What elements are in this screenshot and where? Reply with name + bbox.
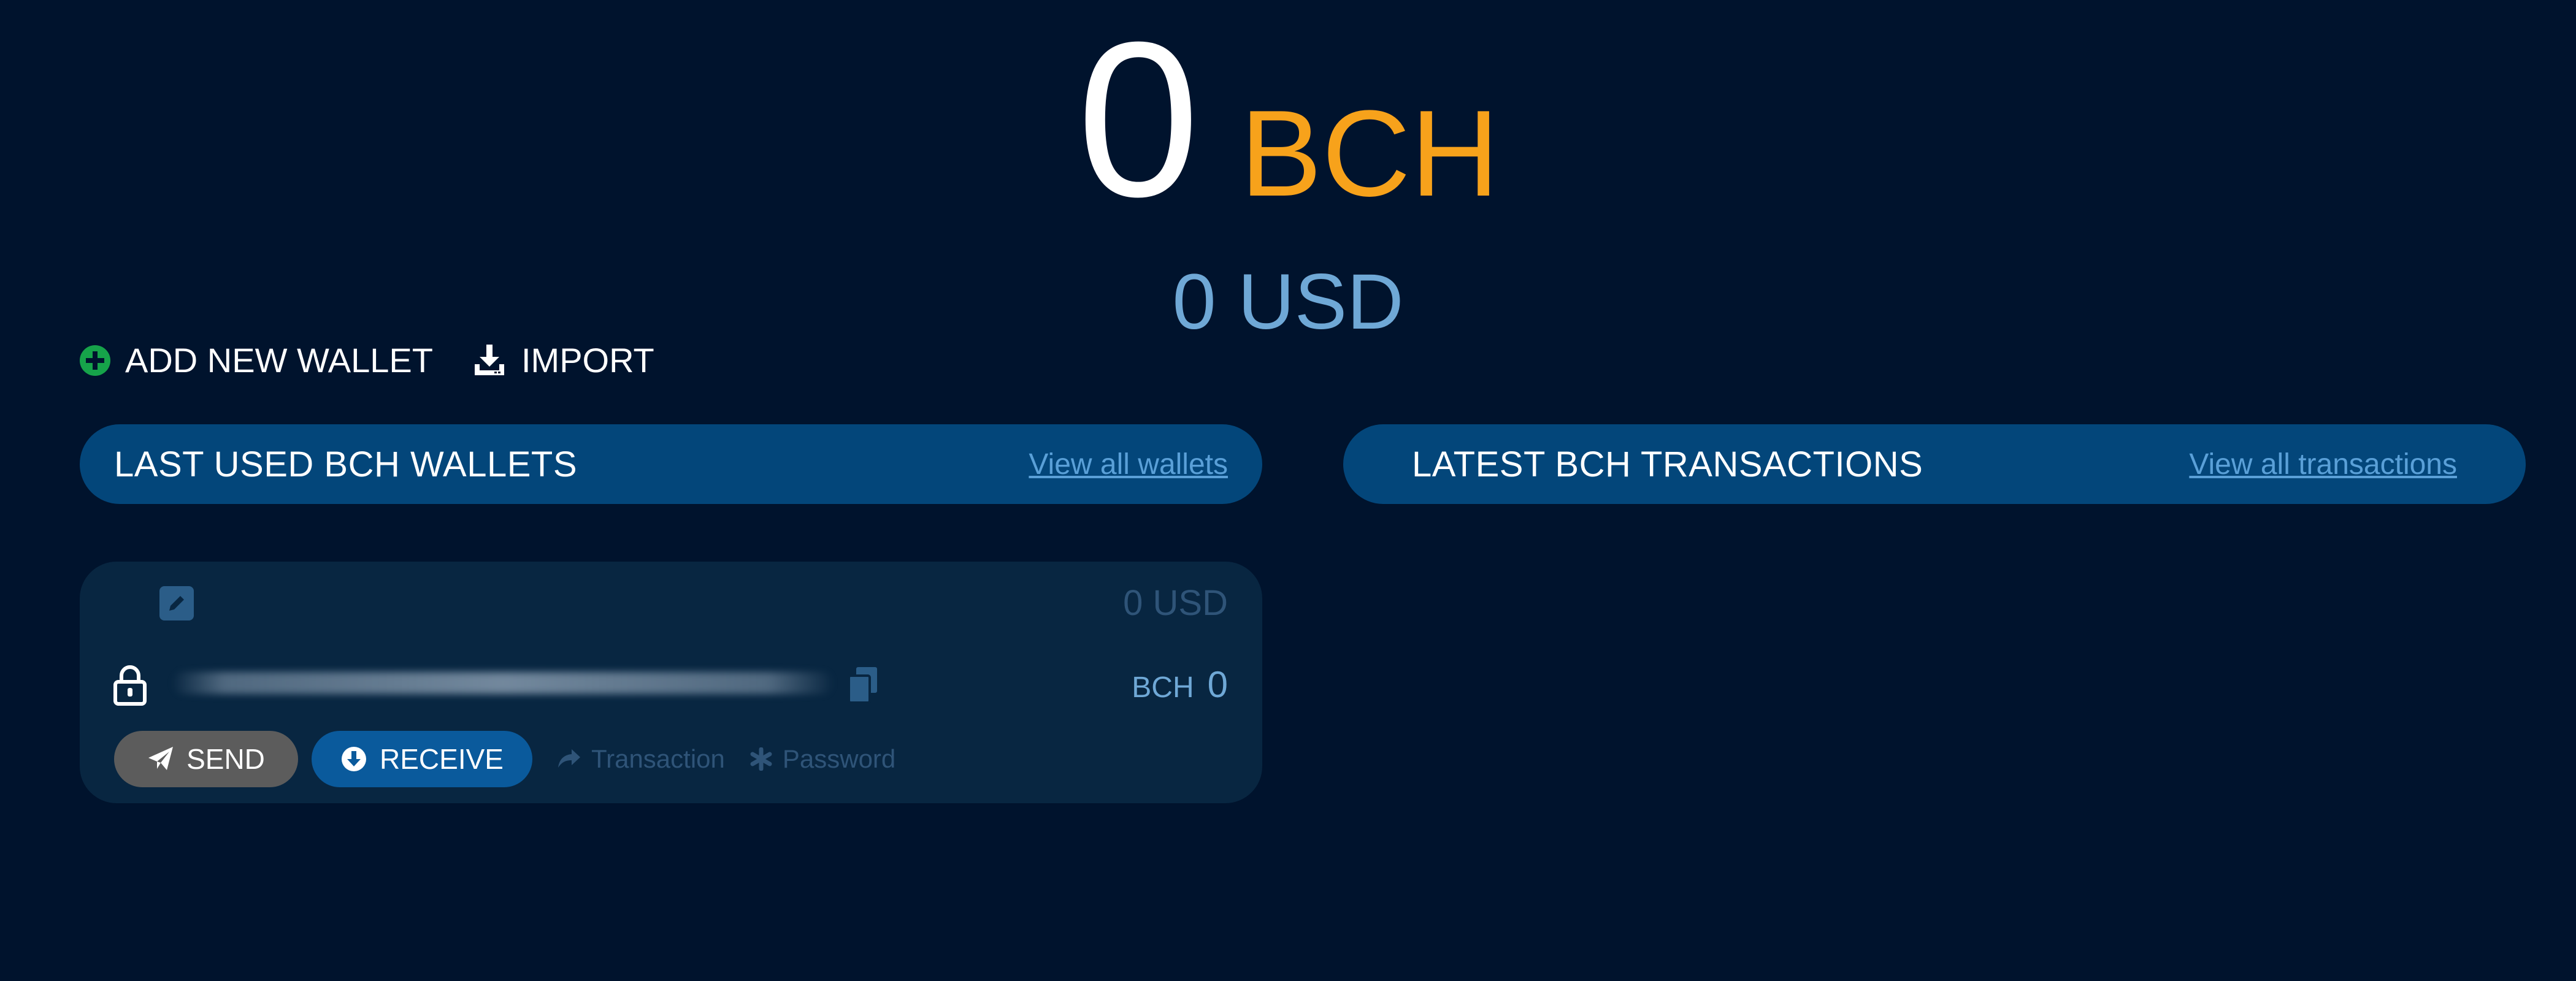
- import-label: IMPORT: [521, 341, 654, 380]
- view-all-transactions-link[interactable]: View all transactions: [2189, 448, 2457, 481]
- add-new-wallet-label: ADD NEW WALLET: [125, 341, 433, 380]
- download-icon: [474, 344, 504, 375]
- wallet-fiat-balance: 0 USD: [1123, 583, 1228, 623]
- receive-button[interactable]: RECEIVE: [312, 731, 532, 787]
- wallet-card-actions: SEND RECEIVE Transaction Password: [114, 731, 895, 787]
- add-new-wallet-button[interactable]: ADD NEW WALLET: [80, 340, 433, 380]
- arrow-down-circle-icon: [342, 747, 367, 771]
- wallet-actions: ADD NEW WALLET IMPORT: [80, 340, 654, 380]
- wallet-card: 0 USD BCH 0 SEND RECEIVE Transaction Pas…: [80, 562, 1262, 803]
- asterisk-icon: [750, 747, 772, 771]
- transaction-label: Transaction: [591, 744, 725, 773]
- wallets-section-header: LAST USED BCH WALLETS View all wallets: [80, 424, 1262, 504]
- transactions-section-header: LATEST BCH TRANSACTIONS View all transac…: [1343, 424, 2526, 504]
- password-label: Password: [782, 744, 896, 773]
- copy-icon[interactable]: [845, 665, 882, 705]
- view-all-wallets-link[interactable]: View all wallets: [1029, 448, 1228, 481]
- lock-icon: [113, 665, 147, 706]
- plus-circle-icon: [80, 345, 110, 376]
- paper-plane-icon: [148, 747, 174, 770]
- edit-icon[interactable]: [159, 586, 194, 620]
- fiat-balance: 0 USD: [1172, 258, 1404, 346]
- dashboard-page: 0 BCH 0 USD ADD NEW WALLET IMPORT LAST U…: [0, 0, 2576, 981]
- send-button[interactable]: SEND: [114, 731, 298, 787]
- password-link[interactable]: Password: [749, 744, 895, 774]
- wallet-address: [172, 672, 834, 694]
- transaction-link[interactable]: Transaction: [557, 744, 725, 774]
- pencil-icon: [169, 596, 184, 611]
- balance-amount: 0: [1076, 0, 1200, 243]
- wallet-bch-unit: BCH: [1132, 671, 1194, 704]
- balance-display: 0 BCH: [0, 0, 2576, 243]
- import-button[interactable]: IMPORT: [472, 340, 654, 380]
- wallets-section-title: LAST USED BCH WALLETS: [114, 444, 578, 484]
- transactions-section-title: LATEST BCH TRANSACTIONS: [1412, 444, 1923, 484]
- receive-label: RECEIVE: [380, 743, 504, 775]
- balance-currency: BCH: [1240, 85, 1500, 222]
- wallet-bch-balance: BCH 0: [1132, 663, 1228, 706]
- wallet-bch-value: 0: [1207, 664, 1228, 705]
- share-arrow-icon: [558, 749, 580, 768]
- send-label: SEND: [186, 743, 265, 775]
